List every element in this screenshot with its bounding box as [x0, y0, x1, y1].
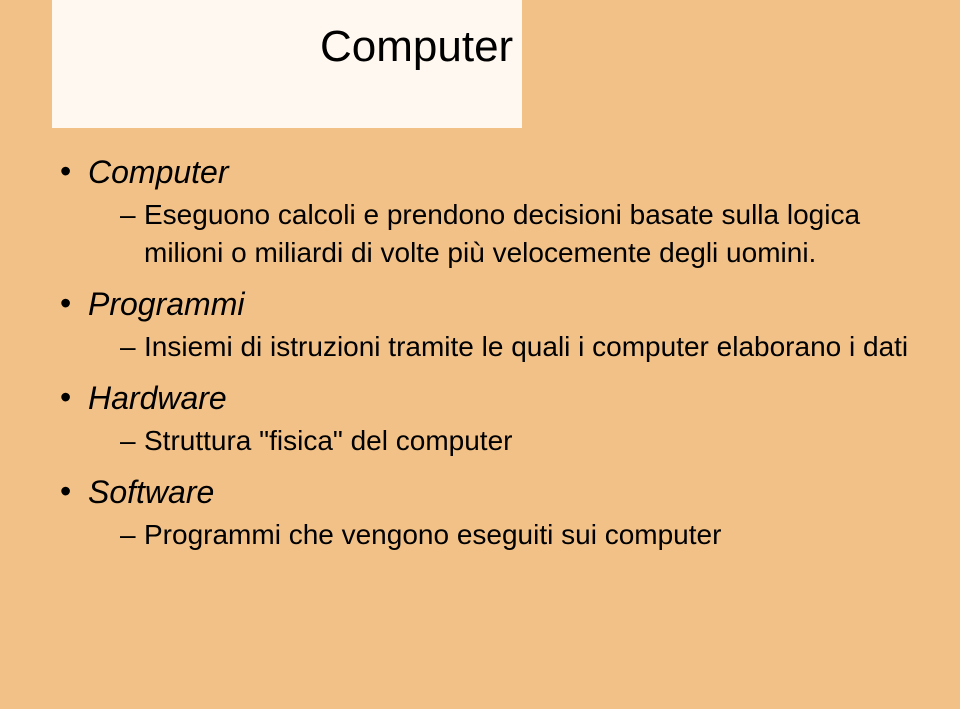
bullet-sub-text: Insiemi di istruzioni tramite le quali i… — [144, 331, 908, 362]
bullet-label: Hardware — [88, 380, 227, 416]
bullet-label: Software — [88, 474, 214, 510]
list-subitem: Insiemi di istruzioni tramite le quali i… — [120, 328, 920, 366]
list-item: Programmi Insiemi di istruzioni tramite … — [60, 282, 920, 366]
list-subitem: Eseguono calcoli e prendono decisioni ba… — [120, 196, 920, 272]
bullet-label: Computer — [88, 154, 229, 190]
list-subitem: Programmi che vengono eseguiti sui compu… — [120, 516, 920, 554]
list-subitem: Struttura "fisica" del computer — [120, 422, 920, 460]
slide-title: Computer — [320, 22, 513, 72]
list-item: Software Programmi che vengono eseguiti … — [60, 470, 920, 554]
bullet-sub-text: Struttura "fisica" del computer — [144, 425, 512, 456]
bullet-label: Programmi — [88, 286, 244, 322]
slide: Computer Computer Eseguono calcoli e pre… — [0, 0, 960, 709]
bullet-sub-text: Programmi che vengono eseguiti sui compu… — [144, 519, 721, 550]
list-item: Computer Eseguono calcoli e prendono dec… — [60, 150, 920, 272]
list-item: Hardware Struttura "fisica" del computer — [60, 376, 920, 460]
bullet-sub-text: Eseguono calcoli e prendono decisioni ba… — [144, 199, 860, 268]
slide-content: Computer Eseguono calcoli e prendono dec… — [60, 150, 920, 564]
